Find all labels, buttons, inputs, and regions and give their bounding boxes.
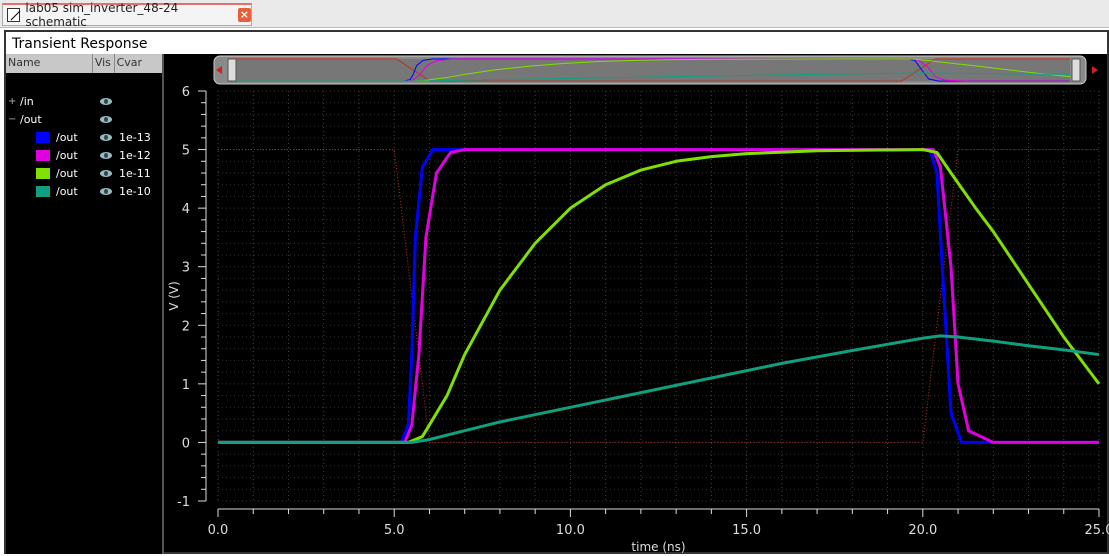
y-tick-label: 2 [182, 319, 190, 334]
y-tick-label: 4 [182, 202, 190, 217]
schematic-icon [7, 8, 21, 22]
tab-title: lab05 sim_inverter_48-24 schematic [25, 1, 179, 29]
x-tick-label: 20.0 [908, 523, 937, 538]
plot-area[interactable]: -1 0 1 2 3 4 5 6 0.0 5.0 10.0 15.0 20.0 25.0 time (ns)… [6, 32, 1109, 556]
series-line-3[interactable] [218, 148, 1101, 444]
x-tick-label: 25.0 [1085, 523, 1109, 538]
tab-bar: lab05 sim_inverter_48-24 schematic × [0, 0, 1109, 29]
scroll-right-arrow-icon[interactable] [1092, 66, 1098, 74]
x-tick-label: 5.0 [384, 523, 405, 538]
y-tick-label: -1 [177, 495, 190, 510]
x-axis-label: time (ns) [631, 540, 685, 554]
x-tick-label: 10.0 [556, 523, 585, 538]
waveform-window: Transient Response Name Vis Cvar +/in −/o… [4, 30, 1109, 554]
y-tick-label: 6 [182, 85, 190, 100]
x-tick-label: 15.0 [732, 523, 761, 538]
overview-right-handle[interactable] [1071, 58, 1081, 82]
y-tick-label: 5 [182, 144, 190, 159]
x-tick-label: 0.0 [208, 523, 229, 538]
close-icon[interactable]: × [237, 8, 251, 22]
y-axis-label: V (V) [167, 281, 181, 311]
overview-left-handle[interactable] [227, 58, 237, 82]
tab-schematic[interactable]: lab05 sim_inverter_48-24 schematic × [2, 1, 252, 29]
y-tick-label: 3 [182, 261, 190, 276]
y-tick-label: 0 [182, 436, 190, 451]
y-tick-label: 1 [182, 378, 190, 393]
